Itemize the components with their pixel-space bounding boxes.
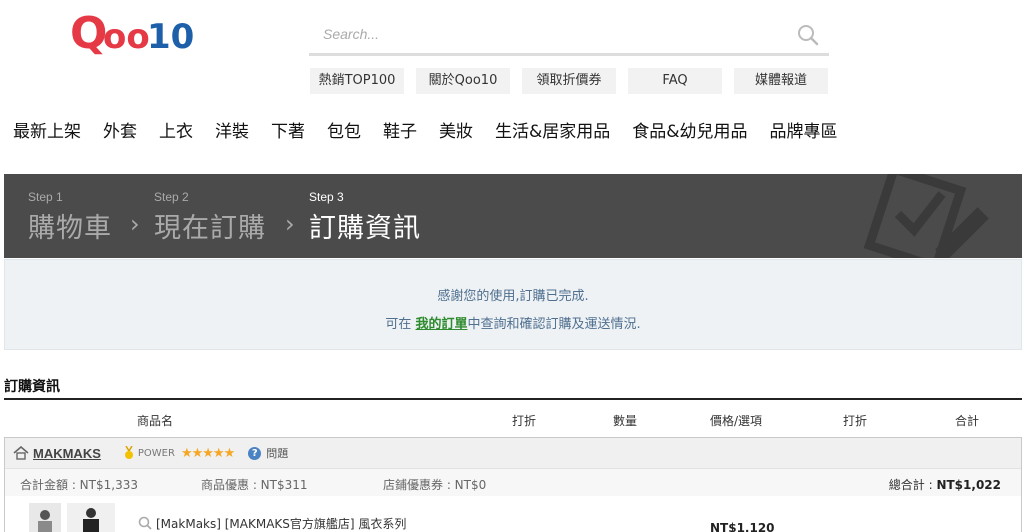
category-food-baby[interactable]: 食品&幼兒用品	[632, 117, 747, 142]
product-discount: 商品優惠 : NT$311	[201, 478, 308, 492]
quick-links: 熱銷TOP100 關於Qoo10 領取折價券 FAQ 媒體報道	[310, 68, 828, 94]
qoo10-logo[interactable]: Q oo 10	[70, 6, 210, 56]
my-orders-link[interactable]: 我的訂單	[415, 317, 467, 332]
product-price: NT$1,120	[710, 521, 775, 532]
power-label: POWER	[137, 447, 175, 459]
chevron-right-icon: ›	[285, 210, 295, 238]
category-bottoms[interactable]: 下著	[271, 117, 305, 142]
quick-link-about[interactable]: 關於Qoo10	[416, 68, 510, 94]
search-icon[interactable]	[797, 24, 819, 46]
step-title: 購物車	[28, 213, 112, 244]
track-text-after: 中查詢和確認訂購及運送情況.	[467, 317, 641, 332]
quick-link-coupon[interactable]: 領取折價券	[522, 68, 616, 94]
svg-text:oo: oo	[103, 17, 150, 56]
step-number: Step 1	[28, 190, 63, 204]
track-text-before: 可在	[385, 317, 416, 332]
chevron-right-icon: ›	[130, 210, 140, 238]
shop-header: MAKMAKS POWER ★★★★★ ? 問題	[5, 438, 1021, 468]
category-beauty[interactable]: 美妝	[439, 117, 473, 142]
grand-total-value: NT$1,022	[936, 478, 1001, 492]
section-title: 訂購資訊	[4, 379, 60, 395]
step-title: 現在訂購	[154, 213, 266, 244]
product-name-link[interactable]: [MakMaks] [MAKMAKS官方旗艦店] 風衣系列	[156, 515, 406, 532]
column-header-total: 合計	[955, 414, 980, 428]
checklist-pencil-icon	[863, 174, 989, 258]
total-amount: 合計金額 : NT$1,333	[20, 478, 138, 492]
order-track-text: 可在 我的訂單中查詢和確認訂購及運送情況.	[5, 313, 1021, 332]
category-tops[interactable]: 上衣	[159, 117, 193, 142]
step-order-now: Step 2 現在訂購	[154, 190, 266, 245]
shop-summary: 合計金額 : NT$1,333 商品優惠 : NT$311 店鋪優惠券 : NT…	[5, 468, 1021, 496]
question-icon[interactable]: ?	[248, 446, 262, 460]
grand-total: 總合計 : NT$1,022	[889, 476, 1001, 493]
order-item-row: [MakMaks] [MAKMAKS官方旗艦店] 風衣系列 NT$1,120	[5, 496, 1021, 532]
step-number: Step 3	[309, 190, 344, 204]
column-header-discount-2: 打折	[843, 414, 868, 428]
quick-link-faq[interactable]: FAQ	[628, 68, 722, 94]
column-header-product: 商品名	[137, 414, 174, 428]
category-nav: 最新上架 外套 上衣 洋裝 下著 包包 鞋子 美妝 生活&居家用品 食品&幼兒用…	[13, 117, 860, 142]
checkout-step-bar: Step 1 購物車 › Step 2 現在訂購 › Step 3 訂購資訊	[4, 174, 1022, 258]
column-header-quantity: 數量	[613, 414, 638, 428]
svg-text:Q: Q	[70, 8, 107, 56]
product-thumbnail[interactable]	[29, 503, 61, 532]
search-input[interactable]	[309, 16, 769, 52]
category-dresses[interactable]: 洋裝	[215, 117, 249, 142]
search-bar	[309, 16, 829, 56]
column-header-price-option: 價格/選項	[710, 414, 763, 428]
thanks-text: 感謝您的使用,訂購已完成.	[437, 289, 589, 304]
category-shoes[interactable]: 鞋子	[383, 117, 417, 142]
step-number: Step 2	[154, 190, 189, 204]
divider	[4, 398, 1022, 400]
category-bags[interactable]: 包包	[327, 117, 361, 142]
quick-link-media[interactable]: 媒體報道	[734, 68, 828, 94]
step-cart: Step 1 購物車	[28, 190, 112, 245]
medal-icon	[124, 446, 133, 459]
power-badge: POWER ★★★★★	[123, 445, 235, 461]
step-title: 訂購資訊	[309, 213, 421, 244]
question-link[interactable]: 問題	[266, 445, 288, 461]
category-brands[interactable]: 品牌專區	[770, 117, 838, 142]
home-icon	[13, 446, 29, 460]
product-thumbnail[interactable]	[67, 503, 115, 532]
store-coupon: 店鋪優惠券 : NT$0	[383, 478, 487, 492]
step-order-info: Step 3 訂購資訊	[309, 190, 421, 245]
shop-order-block: MAKMAKS POWER ★★★★★ ? 問題 合計金額 : NT$1,333…	[4, 437, 1022, 532]
category-outerwear[interactable]: 外套	[103, 117, 137, 142]
svg-text:10: 10	[147, 17, 194, 56]
order-complete-message: 感謝您的使用,訂購已完成. 可在 我的訂單中查詢和確認訂購及運送情況.	[4, 259, 1022, 350]
category-new[interactable]: 最新上架	[13, 117, 81, 142]
rating-stars: ★★★★★	[180, 445, 235, 461]
magnifier-icon[interactable]	[138, 516, 152, 530]
category-home[interactable]: 生活&居家用品	[495, 117, 610, 142]
quick-link-top100[interactable]: 熱銷TOP100	[310, 68, 404, 94]
grand-total-label: 總合計 :	[888, 478, 937, 492]
shop-name-link[interactable]: MAKMAKS	[33, 446, 101, 461]
column-header-discount: 打折	[512, 414, 537, 428]
